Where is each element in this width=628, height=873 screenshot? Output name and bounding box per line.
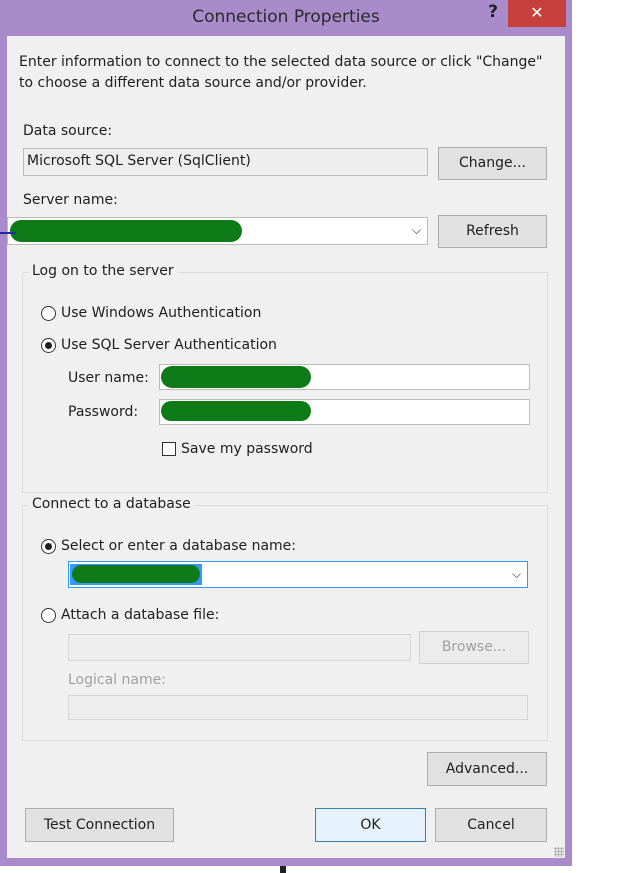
ok-button[interactable]: OK: [315, 808, 426, 842]
logical-name-label: Logical name:: [68, 672, 166, 688]
chevron-down-icon[interactable]: ⌵: [412, 223, 421, 238]
title-bar[interactable]: Connection Properties ? ✕: [0, 0, 572, 36]
server-name-redaction: [10, 220, 242, 242]
windows-auth-label[interactable]: Use Windows Authentication: [61, 305, 261, 321]
save-password-checkbox[interactable]: [162, 442, 176, 456]
logon-group-legend: Log on to the server: [29, 263, 177, 279]
logical-name-input[interactable]: [68, 695, 528, 720]
save-password-label[interactable]: Save my password: [181, 441, 313, 457]
password-label: Password:: [68, 404, 139, 420]
user-name-label: User name:: [68, 370, 149, 386]
attach-file-label[interactable]: Attach a database file:: [61, 607, 219, 623]
help-button[interactable]: ?: [484, 2, 502, 26]
sql-auth-label[interactable]: Use SQL Server Authentication: [61, 337, 277, 353]
refresh-button[interactable]: Refresh: [438, 215, 547, 248]
database-name-combobox[interactable]: ⌵: [68, 561, 528, 588]
close-button[interactable]: ✕: [508, 0, 566, 27]
advanced-button[interactable]: Advanced...: [427, 752, 547, 786]
browse-button[interactable]: Browse...: [419, 631, 529, 664]
attach-file-input[interactable]: [68, 634, 411, 661]
database-name-redaction: [72, 565, 200, 583]
chevron-down-icon[interactable]: ⌵: [512, 567, 521, 582]
database-group-legend: Connect to a database: [29, 496, 194, 512]
caret-mark: [0, 232, 16, 234]
data-source-field: Microsoft SQL Server (SqlClient): [23, 148, 428, 176]
data-source-label: Data source:: [23, 123, 113, 139]
password-input[interactable]: [159, 399, 530, 425]
test-connection-button[interactable]: Test Connection: [25, 808, 174, 842]
intro-text-line-1: Enter information to connect to the sele…: [19, 54, 543, 70]
dialog-body: Enter information to connect to the sele…: [7, 36, 565, 858]
user-name-redaction: [161, 366, 311, 388]
data-source-value: Microsoft SQL Server (SqlClient): [27, 153, 251, 169]
user-name-input[interactable]: [159, 364, 530, 390]
cancel-button[interactable]: Cancel: [435, 808, 547, 842]
select-database-radio[interactable]: [41, 539, 56, 554]
server-name-label: Server name:: [23, 192, 118, 208]
connection-properties-window: Connection Properties ? ✕ Enter informat…: [0, 0, 572, 866]
windows-auth-radio[interactable]: [41, 306, 56, 321]
resize-grip-icon[interactable]: [554, 847, 564, 857]
server-name-combobox[interactable]: ⌵: [7, 217, 428, 245]
close-icon: ✕: [530, 3, 544, 22]
attach-file-radio[interactable]: [41, 608, 56, 623]
intro-text-line-2: to choose a different data source and/or…: [19, 75, 367, 91]
background-fragment: [280, 866, 286, 873]
password-redaction: [161, 401, 311, 421]
sql-auth-radio[interactable]: [41, 338, 56, 353]
select-database-label[interactable]: Select or enter a database name:: [61, 538, 296, 554]
change-button[interactable]: Change...: [438, 147, 547, 180]
